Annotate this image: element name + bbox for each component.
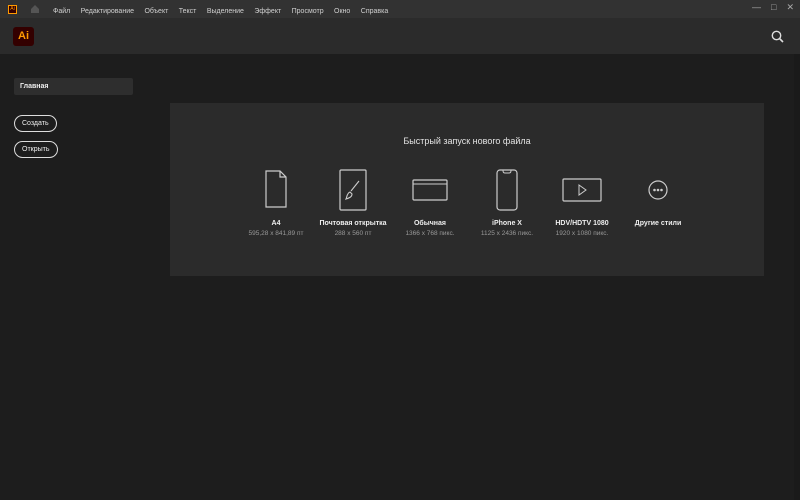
app-logo: Ai xyxy=(13,27,34,46)
brush-icon xyxy=(339,169,367,211)
scrollbar[interactable] xyxy=(794,54,800,500)
document-icon xyxy=(265,170,287,208)
video-icon xyxy=(562,178,602,202)
search-icon[interactable] xyxy=(771,30,784,43)
sidebar-item-home[interactable]: Главная xyxy=(14,78,133,95)
menu-text[interactable]: Текст xyxy=(179,8,197,15)
menu-help[interactable]: Справка xyxy=(361,8,388,15)
preset-name: Другие стили xyxy=(634,220,682,227)
menu-window[interactable]: Окно xyxy=(334,8,350,15)
menu-effect[interactable]: Эффект xyxy=(254,8,281,15)
menu-select[interactable]: Выделение xyxy=(207,8,244,15)
browser-window-icon xyxy=(412,179,448,201)
menu-object[interactable]: Объект xyxy=(144,8,168,15)
menu-edit[interactable]: Редактирование xyxy=(81,8,134,15)
quick-start-title: Быстрый запуск нового файла xyxy=(403,136,531,146)
menu-view[interactable]: Просмотр xyxy=(292,8,324,15)
menu-bar: Файл Редактирование Объект Текст Выделен… xyxy=(50,0,391,18)
more-icon xyxy=(648,180,668,200)
quick-start-panel: Быстрый запуск нового файла A4 595,28 x … xyxy=(170,103,764,276)
preset-more[interactable]: Другие стили xyxy=(613,168,703,227)
close-icon[interactable]: ✕ xyxy=(786,2,794,13)
home-icon[interactable] xyxy=(30,4,40,14)
app-icon: Ai xyxy=(8,4,17,14)
open-button[interactable]: Открыть xyxy=(14,141,58,158)
minimize-icon[interactable]: — xyxy=(752,2,761,13)
preset-size: 1920 x 1080 пикс. xyxy=(555,230,609,237)
maximize-icon[interactable]: □ xyxy=(771,2,776,13)
phone-icon xyxy=(496,169,518,211)
menu-file[interactable]: Файл xyxy=(53,8,70,15)
header: Ai xyxy=(0,18,800,54)
title-bar: Ai Файл Редактирование Объект Текст Выде… xyxy=(0,0,800,18)
create-button[interactable]: Создать xyxy=(14,115,57,132)
